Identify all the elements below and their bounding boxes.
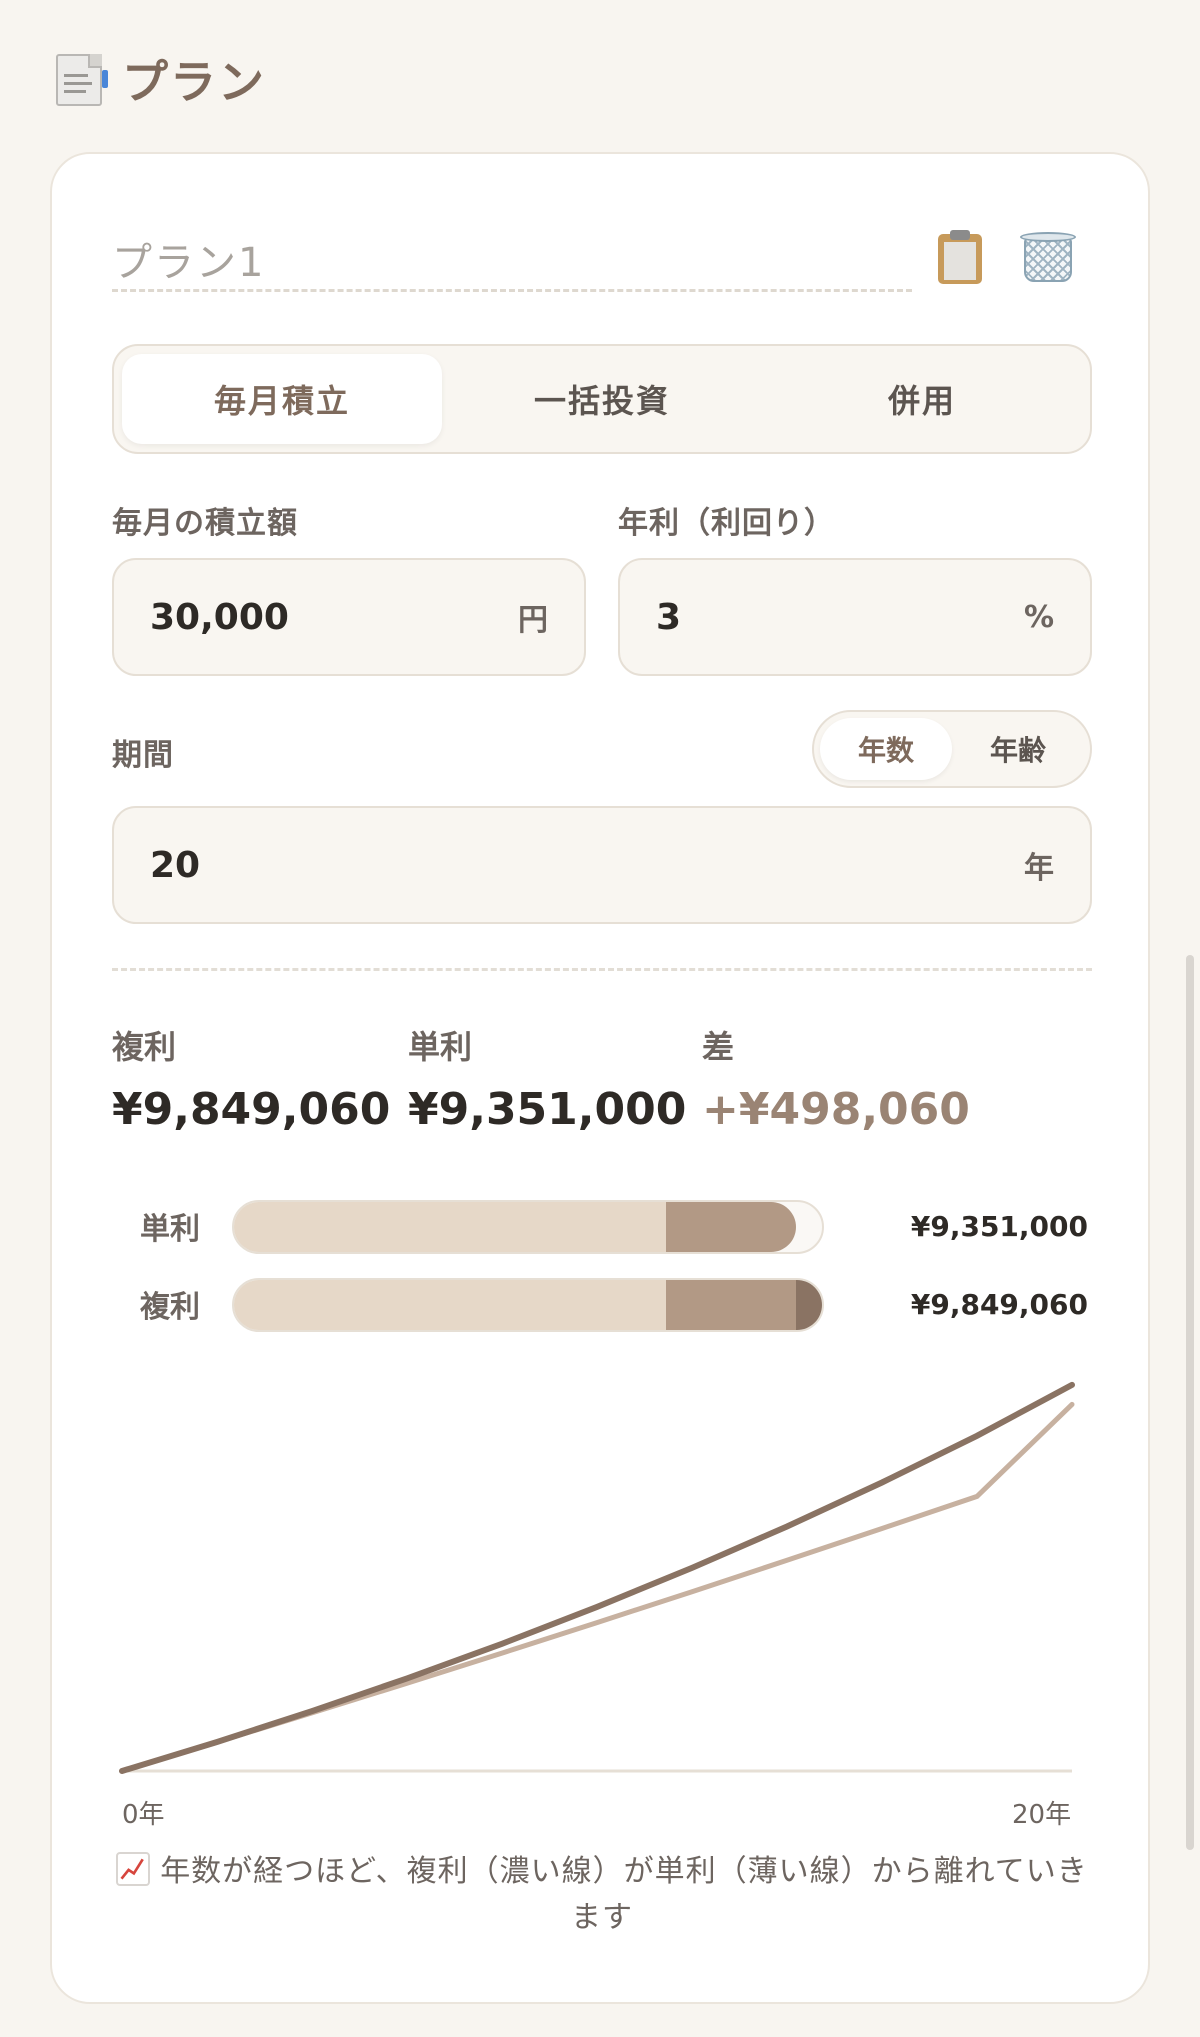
compound-bar: [232, 1278, 824, 1332]
plan-name-input[interactable]: プラン1: [112, 224, 912, 292]
period-years-option[interactable]: 年数: [820, 718, 952, 780]
chart-hint-text: 年数が経つほど、複利（濃い線）が単利（薄い線）から離れていきます: [160, 1854, 1088, 1935]
simple-bar-principal: [234, 1202, 667, 1252]
annual-rate-value: 3: [656, 596, 682, 638]
chart-hint: 年数が経つほど、複利（濃い線）が単利（薄い線）から離れていきます: [112, 1849, 1092, 1941]
simple-bar-amount: ¥9,351,000: [910, 1210, 1088, 1243]
growth-chart: [119, 1381, 1075, 1774]
mode-monthly-tab[interactable]: 毎月積立: [122, 354, 442, 444]
mode-selector: 毎月積立 一括投資 併用: [112, 344, 1092, 454]
period-mode-toggle: 年数 年齢: [812, 710, 1092, 788]
monthly-amount-label: 毎月の積立額: [112, 506, 298, 541]
compound-bar-simple-interest: [666, 1280, 797, 1330]
page-icon: [52, 50, 108, 108]
simple-bar: [232, 1200, 824, 1254]
simple-bar-interest: [666, 1202, 797, 1252]
page-title: プラン: [122, 55, 266, 109]
period-label: 期間: [112, 738, 174, 773]
compound-label: 複利: [112, 1028, 177, 1066]
period-unit: 年: [1024, 851, 1054, 886]
compound-bar-principal: [234, 1280, 667, 1330]
mode-combined-tab[interactable]: 併用: [762, 354, 1082, 444]
compound-bar-label: 複利: [140, 1290, 200, 1325]
delete-button[interactable]: [1018, 228, 1078, 288]
period-age-option[interactable]: 年齢: [952, 718, 1084, 780]
simple-bar-label: 単利: [140, 1212, 200, 1247]
x-tick-start: 0年: [122, 1800, 165, 1830]
simple-value: ¥9,351,000: [408, 1084, 687, 1135]
annual-rate-label: 年利（利回り）: [618, 506, 835, 541]
compound-bar-amount: ¥9,849,060: [910, 1288, 1088, 1321]
section-divider: [112, 968, 1092, 971]
copy-button[interactable]: [930, 228, 990, 288]
chart-up-icon: [116, 1852, 151, 1886]
simple-label: 単利: [408, 1028, 473, 1066]
plan-card: プラン1 毎月積立 一括投資 併用 毎月の積立額 年利（利回り） 30,000 …: [50, 152, 1150, 2004]
diff-value: +¥498,060: [702, 1084, 970, 1135]
scrollbar[interactable]: [1186, 955, 1194, 1850]
annual-rate-unit: %: [1023, 599, 1054, 635]
annual-rate-field[interactable]: 3 %: [618, 558, 1092, 676]
mode-lump-sum-tab[interactable]: 一括投資: [442, 354, 762, 444]
period-value: 20: [150, 844, 201, 886]
compound-series-line: [119, 1381, 1075, 1774]
compound-value: ¥9,849,060: [112, 1084, 391, 1135]
diff-label: 差: [702, 1028, 735, 1066]
monthly-amount-value: 30,000: [150, 596, 289, 638]
compound-bar-extra-interest: [796, 1280, 822, 1330]
x-tick-end: 20年: [1012, 1800, 1072, 1830]
page-header: プラン: [52, 44, 266, 114]
monthly-amount-unit: 円: [518, 603, 548, 638]
period-field[interactable]: 20 年: [112, 806, 1092, 924]
monthly-amount-field[interactable]: 30,000 円: [112, 558, 586, 676]
